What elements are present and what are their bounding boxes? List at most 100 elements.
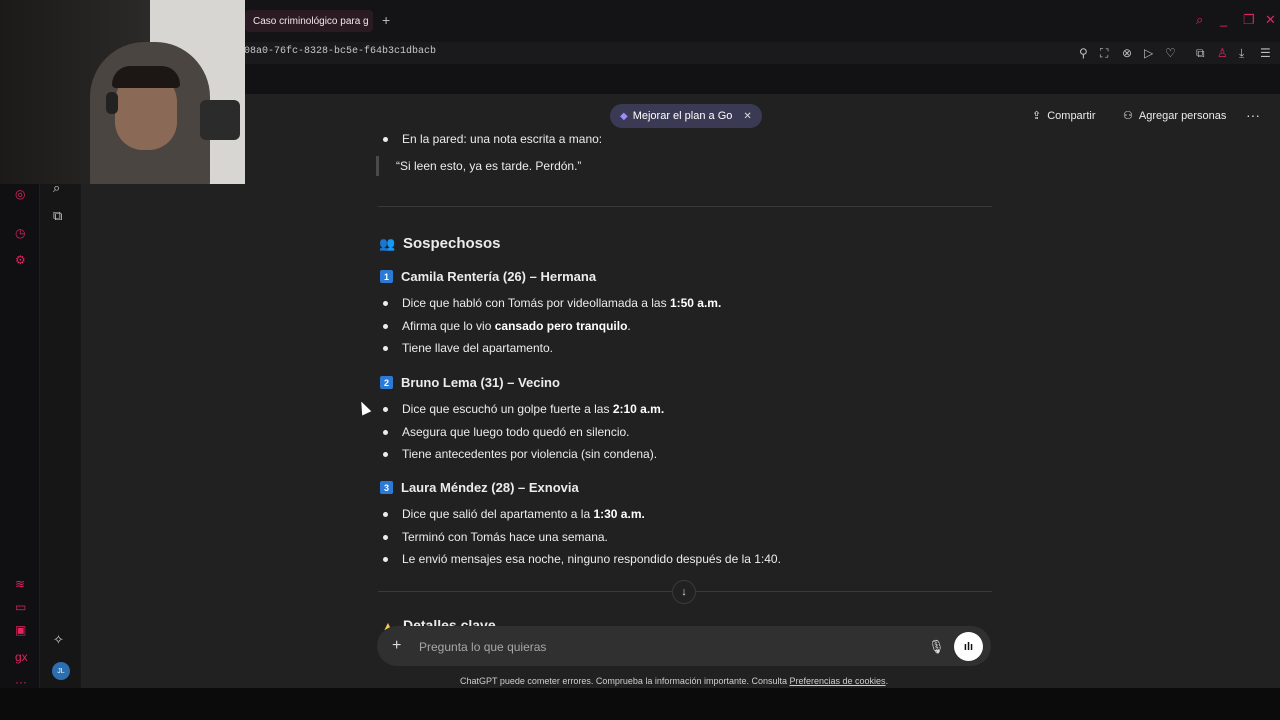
- dismiss-icon[interactable]: ✕: [743, 111, 751, 122]
- voice-mode-button[interactable]: ılı: [954, 632, 983, 661]
- gx-icon[interactable]: gx: [15, 650, 28, 664]
- detail-text: Afirma que lo vio: [402, 318, 495, 333]
- detail-bold: cansado pero tranquilo: [494, 318, 628, 333]
- share-button[interactable]: ⇪ Compartir: [1032, 109, 1096, 123]
- suspect-detail: Terminó con Tomás hace una semana.: [402, 530, 608, 544]
- suspect-detail: Asegura que luego todo quedó en silencio…: [402, 425, 630, 439]
- bullet: [383, 323, 388, 329]
- add-people-button[interactable]: ⚇ Agregar personas: [1123, 109, 1227, 123]
- detail-bold: 1:30 a.m.: [593, 507, 645, 521]
- webcam-microphone: [200, 100, 240, 140]
- extensions-icon[interactable]: ⧉: [1196, 46, 1205, 61]
- play-icon[interactable]: ▷: [1144, 46, 1153, 60]
- number-badge: 3: [380, 481, 393, 494]
- disclaimer: ChatGPT puede cometer errores. Comprueba…: [460, 676, 888, 686]
- detail-text: Tiene antecedentes por violencia (sin co…: [402, 447, 658, 461]
- detail-text: Dice que salió del apartamento a la: [402, 507, 594, 521]
- close-icon[interactable]: ✕: [1265, 12, 1276, 28]
- quote-bar: [376, 156, 379, 176]
- detail-bold: 1:50 a.m.: [669, 296, 722, 310]
- upgrade-label: Mejorar el plan a Go: [632, 110, 733, 122]
- pin-icon[interactable]: ⚲: [1079, 46, 1088, 60]
- detail-text: Terminó con Tomás hace una semana.: [402, 529, 608, 544]
- mic-icon[interactable]: 🎙: [928, 639, 945, 655]
- detail-bold: 2:10 a.m.: [612, 402, 665, 416]
- suspect-detail: Afirma que lo vio cansado pero tranquilo…: [402, 319, 631, 333]
- diamond-icon: ◆: [620, 110, 628, 122]
- profile-icon[interactable]: ♙: [1217, 46, 1228, 60]
- section-title: Sospechosos: [403, 235, 501, 252]
- history-icon[interactable]: ◷: [15, 226, 25, 240]
- taskbar: [0, 688, 1280, 720]
- share-icon: ⇪: [1032, 110, 1042, 122]
- suspect-detail: Dice que escuchó un golpe fuerte a las 2…: [402, 402, 664, 416]
- prompt-input[interactable]: Pregunta lo que quieras: [419, 640, 546, 654]
- bullet: [383, 301, 388, 306]
- suspect-detail: Dice que salió del apartamento a la 1:30…: [402, 507, 645, 521]
- webcam-person-hair: [112, 66, 180, 88]
- suspect-detail: Tiene llave del apartamento.: [402, 341, 553, 355]
- url-text[interactable]: 08a0-76fc-8328-bc5e-f64b3c1dbacb: [244, 46, 436, 57]
- library-icon[interactable]: ⧉: [53, 208, 62, 224]
- heart-icon[interactable]: ♡: [1165, 46, 1176, 60]
- sparkle-icon[interactable]: ✧: [53, 632, 64, 648]
- add-person-icon: ⚇: [1123, 110, 1133, 122]
- minimize-icon[interactable]: _: [1220, 12, 1227, 27]
- tab-title: Caso criminológico para g: [253, 15, 369, 27]
- avatar[interactable]: JL: [52, 662, 70, 680]
- suspect-detail: Dice que habló con Tomás por videollamad…: [402, 296, 721, 310]
- disclaimer-text: ChatGPT puede cometer errores. Comprueba…: [460, 676, 790, 686]
- wifi-icon[interactable]: ≋: [15, 577, 25, 591]
- suspect-title: Laura Méndez (28) – Exnovia: [401, 480, 579, 495]
- detail-text-end: .: [627, 318, 631, 333]
- partial-item: En la pared: una nota escrita a mano:: [402, 132, 603, 146]
- suspect-title: Camila Rentería (26) – Hermana: [401, 269, 597, 284]
- screenshot-icon[interactable]: ⛶: [1100, 46, 1108, 61]
- download-icon[interactable]: ⤓: [1239, 46, 1244, 61]
- bullet: [383, 452, 388, 457]
- quote-text: “Si leen esto, ya es tarde. Perdón.”: [396, 159, 582, 173]
- app-icon[interactable]: ▣: [15, 623, 26, 637]
- block-icon[interactable]: ⊗: [1122, 46, 1132, 60]
- detail-text: Le envió mensajes esa noche, ninguno res…: [402, 552, 781, 566]
- detail-text: Tiene llave del apartamento.: [402, 341, 553, 355]
- next-section-title: Detalles clave: [403, 617, 496, 626]
- number-badge: 2: [380, 376, 393, 389]
- detail-text: Asegura que luego todo quedó en silencio…: [402, 424, 630, 439]
- suspect-detail: Le envió mensajes esa noche, ninguno res…: [402, 552, 781, 566]
- more-options-icon[interactable]: ···: [1246, 107, 1260, 123]
- number-badge: 1: [380, 270, 393, 283]
- settings-icon[interactable]: ⚙: [15, 253, 26, 267]
- share-label: Compartir: [1047, 109, 1096, 122]
- search-icon[interactable]: ⌕: [1196, 12, 1203, 28]
- wallet-icon[interactable]: ▭: [15, 600, 26, 614]
- more-icon[interactable]: ···: [15, 675, 27, 689]
- add-people-label: Agregar personas: [1138, 109, 1227, 122]
- scroll-down-button[interactable]: ↓: [672, 580, 696, 604]
- bullet: [383, 137, 388, 142]
- disclaimer-end: .: [885, 676, 889, 686]
- upgrade-pill[interactable]: ◆ Mejorar el plan a Go ✕: [610, 104, 762, 128]
- detail-text: Dice que habló con Tomás por videollamad…: [402, 296, 670, 310]
- detail-text: Dice que escuchó un golpe fuerte a las: [402, 402, 613, 416]
- suspect-detail: Tiene antecedentes por violencia (sin co…: [402, 447, 657, 461]
- bullet: [383, 512, 388, 517]
- webcam-overlay: [0, 0, 245, 184]
- instagram-icon[interactable]: ◎: [15, 187, 25, 201]
- bullet: [383, 557, 388, 562]
- people-icon: 👥: [379, 236, 396, 251]
- bullet: [383, 407, 388, 412]
- maximize-icon[interactable]: ❐: [1243, 12, 1255, 28]
- bullet: [383, 429, 388, 435]
- menu-icon[interactable]: ☰: [1260, 46, 1271, 60]
- suspect-title: Bruno Lema (31) – Vecino: [401, 375, 560, 390]
- bullet: [383, 534, 388, 540]
- screen: Caso criminológico para g + ⌕ _ ❐ ✕ 08a0…: [0, 0, 1280, 720]
- webcam-headset: [106, 92, 118, 114]
- new-tab-button[interactable]: +: [382, 12, 390, 28]
- plus-icon[interactable]: +: [392, 637, 401, 655]
- browser-tab[interactable]: Caso criminológico para g: [245, 10, 373, 32]
- cookie-preferences-link[interactable]: Preferencias de cookies: [790, 676, 886, 686]
- bullet: [383, 346, 388, 351]
- divider: [378, 206, 992, 207]
